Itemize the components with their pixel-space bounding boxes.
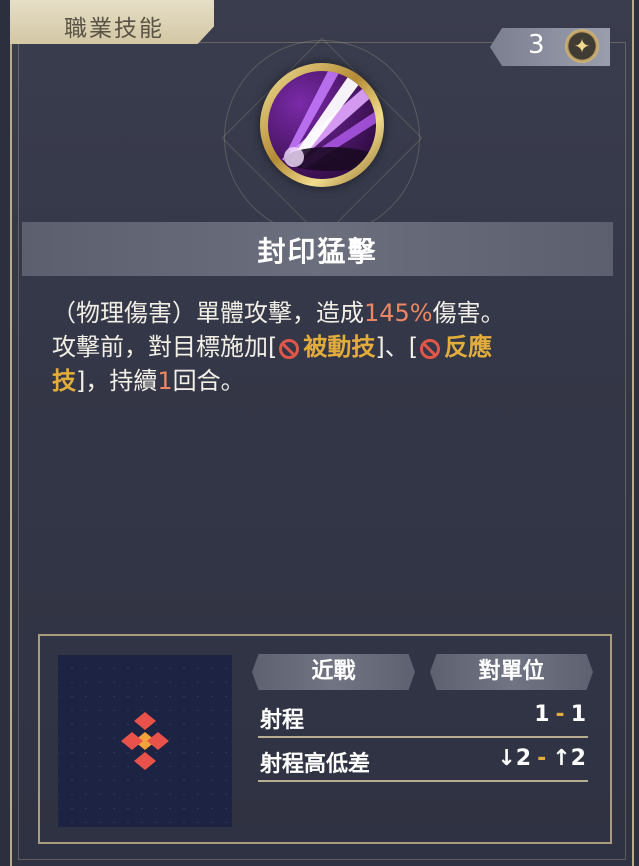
desc-text: ]、[ bbox=[375, 333, 419, 361]
height-row: 射程高低差 ↓2- ↑2 bbox=[258, 740, 588, 782]
range-grid-preview bbox=[58, 655, 232, 827]
effect-passive-seal[interactable]: 被動技 bbox=[303, 333, 375, 361]
range-row: 射程 1-1 bbox=[258, 696, 588, 738]
skill-description: （物理傷害）單體攻擊，造成145%傷害。 攻擊前，對目標施加[被動技]、[反應 … bbox=[52, 296, 612, 398]
desc-text: 傷害。 bbox=[432, 299, 505, 327]
damage-value: 145% bbox=[364, 299, 433, 327]
sparkle-icon: ✦ bbox=[565, 29, 599, 63]
range-label: 射程 bbox=[260, 708, 305, 733]
height-down: ↓2 bbox=[497, 746, 532, 771]
target-cell bbox=[134, 752, 156, 770]
range-separator: - bbox=[555, 702, 565, 727]
height-value: ↓2- ↑2 bbox=[497, 746, 586, 771]
desc-text: 攻擊前，對目標施加[ bbox=[52, 333, 278, 361]
ban-icon bbox=[420, 339, 441, 359]
range-pattern-icon bbox=[121, 712, 169, 770]
height-up: ↑2 bbox=[552, 746, 586, 771]
tag-melee: 近戰 bbox=[252, 654, 415, 690]
duration-value: 1 bbox=[157, 367, 173, 395]
header-title: 職業技能 bbox=[64, 16, 164, 42]
height-separator: - bbox=[537, 746, 547, 771]
tag-single-target: 對單位 bbox=[430, 654, 593, 690]
range-min: 1 bbox=[534, 702, 550, 727]
effect-reaction-seal[interactable]: 反應 bbox=[444, 333, 492, 361]
range-max: 1 bbox=[570, 702, 586, 727]
desc-text: 回合。 bbox=[172, 367, 245, 395]
ban-icon bbox=[279, 339, 300, 359]
skill-name: 封印猛擊 bbox=[257, 235, 378, 268]
desc-text: （物理傷害）單體攻擊，造成 bbox=[52, 299, 364, 327]
desc-text: ]，持續 bbox=[76, 367, 158, 395]
skill-icon-frame[interactable] bbox=[260, 63, 384, 187]
height-label: 射程高低差 bbox=[260, 752, 371, 777]
skill-title-bar: 封印猛擊 bbox=[22, 222, 613, 276]
purple-slash-icon bbox=[268, 71, 376, 179]
target-cell bbox=[147, 732, 169, 750]
skill-point-value: 3 bbox=[528, 30, 545, 60]
target-cell bbox=[121, 732, 143, 750]
target-cell bbox=[134, 712, 156, 730]
effect-reaction-seal-cont[interactable]: 技 bbox=[52, 367, 76, 395]
range-value: 1-1 bbox=[534, 702, 586, 727]
